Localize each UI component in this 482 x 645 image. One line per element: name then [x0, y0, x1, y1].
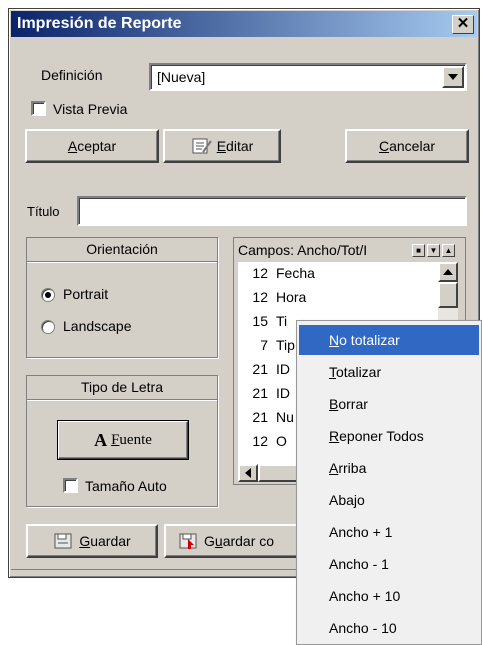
menu-item-ancho-menos-1[interactable]: Ancho - 1 [299, 549, 479, 579]
dropdown-button[interactable] [442, 66, 464, 88]
context-menu: No totalizar Totalizar Borrar Reponer To… [296, 320, 482, 645]
title-bar[interactable]: Impresión de Reporte ✕ [11, 11, 477, 37]
landscape-radio[interactable] [41, 320, 55, 334]
hscroll-thumb[interactable] [258, 464, 298, 482]
list-item[interactable]: 12 Hora [244, 286, 306, 308]
definition-select[interactable]: [Nueva] [149, 63, 467, 91]
chevron-up-icon[interactable]: ▲ [442, 244, 455, 257]
definition-value: [Nueva] [157, 69, 206, 85]
list-item[interactable]: 15 Ti [244, 310, 287, 332]
orientation-header: Orientación [27, 238, 217, 262]
list-item[interactable]: 21 Nu [244, 406, 293, 428]
accept-button[interactable]: Aceptar [25, 129, 159, 163]
save-icon [54, 533, 72, 549]
title-label: Título [27, 204, 60, 219]
menu-item-reponer-todos[interactable]: Reponer Todos [299, 421, 479, 451]
square-icon[interactable]: ■ [412, 244, 425, 257]
menu-item-borrar[interactable]: Borrar [299, 389, 479, 419]
scroll-thumb[interactable] [438, 282, 458, 308]
preview-checkbox[interactable] [31, 101, 46, 116]
menu-item-no-totalizar[interactable]: No totalizar [299, 325, 479, 355]
cancel-button[interactable]: Cancelar [345, 129, 469, 163]
list-item[interactable]: 12 Fecha [244, 262, 315, 284]
auto-size-label: Tamaño Auto [85, 478, 167, 494]
save-as-icon [179, 533, 197, 549]
preview-label: Vista Previa [53, 101, 128, 117]
scroll-left-button[interactable] [238, 464, 258, 482]
list-item[interactable]: 21 ID [244, 358, 290, 380]
font-icon: A [94, 429, 108, 450]
scroll-up-button[interactable] [438, 262, 458, 282]
title-input[interactable] [77, 196, 467, 226]
portrait-radio[interactable] [41, 288, 55, 302]
close-icon[interactable]: ✕ [452, 15, 474, 34]
edit-icon [192, 138, 212, 154]
edit-button[interactable]: Editar [163, 129, 281, 163]
chevron-down-icon[interactable]: ▼ [427, 244, 440, 257]
landscape-label: Landscape [63, 318, 132, 334]
menu-item-ancho-menos-10[interactable]: Ancho - 10 [299, 613, 479, 643]
font-type-header: Tipo de Letra [27, 376, 217, 400]
fields-header: Campos: Ancho/Tot/I [238, 242, 368, 258]
arrow-up-icon [443, 269, 453, 275]
menu-item-totalizar[interactable]: Totalizar [299, 357, 479, 387]
definition-label: Definición [41, 67, 103, 83]
font-button[interactable]: A Fuente [57, 420, 189, 460]
portrait-label: Portrait [63, 286, 109, 302]
menu-item-ancho-mas-1[interactable]: Ancho + 1 [299, 517, 479, 547]
list-item[interactable]: 7 Tip [244, 334, 295, 356]
menu-item-arriba[interactable]: Arriba [299, 453, 479, 483]
auto-size-checkbox[interactable] [63, 478, 78, 493]
orientation-group: Orientación Portrait Landscape [26, 237, 218, 358]
arrow-left-icon [245, 468, 251, 478]
menu-item-ancho-mas-10[interactable]: Ancho + 10 [299, 581, 479, 611]
save-as-button[interactable]: Guardar co [164, 524, 314, 558]
font-type-group: Tipo de Letra A Fuente Tamaño Auto [26, 375, 218, 507]
chevron-down-icon [448, 74, 458, 80]
window-title: Impresión de Reporte [17, 15, 182, 32]
save-button[interactable]: Guardar [26, 524, 158, 558]
list-item[interactable]: 12 O [244, 430, 286, 452]
list-item[interactable]: 21 ID [244, 382, 290, 404]
menu-item-abajo[interactable]: Abajo [299, 485, 479, 515]
